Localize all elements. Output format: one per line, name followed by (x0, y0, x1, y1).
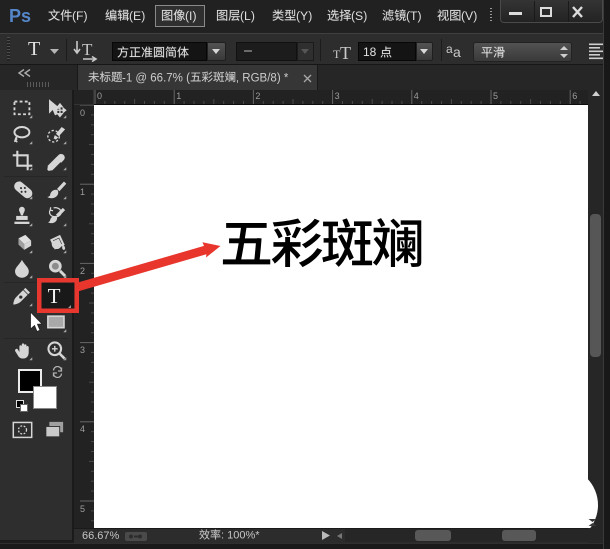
svg-text:T: T (82, 40, 93, 59)
svg-text:T: T (340, 43, 351, 62)
